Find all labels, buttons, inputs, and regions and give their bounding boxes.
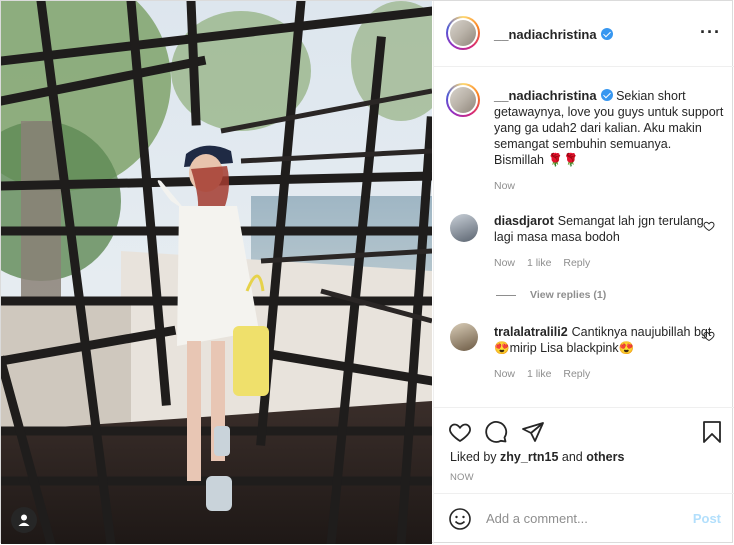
view-replies-button[interactable]: View replies (1) bbox=[530, 289, 606, 301]
reply-button[interactable]: Reply bbox=[563, 368, 590, 380]
comment-meta: Now 1 like Reply bbox=[494, 255, 714, 271]
replies-divider bbox=[496, 295, 516, 296]
caption: __nadiachristina Sekian short getawaynya… bbox=[494, 88, 724, 194]
author-avatar[interactable] bbox=[446, 16, 480, 50]
verified-icon bbox=[600, 28, 613, 40]
comment-input[interactable]: Add a comment... bbox=[486, 511, 588, 526]
post-header: __nadiachristina ··· bbox=[434, 1, 734, 67]
comment: tralalatralili2 Cantiknya naujubillah bgt… bbox=[494, 324, 714, 382]
liked-by-prefix: Liked by bbox=[450, 450, 497, 464]
author-username[interactable]: __nadiachristina bbox=[494, 27, 597, 42]
post-container: __nadiachristina ··· __nadiachristina Se… bbox=[0, 0, 734, 544]
post-photo[interactable] bbox=[1, 1, 432, 544]
comment-likes[interactable]: 1 like bbox=[527, 257, 552, 269]
comment-time[interactable]: Now bbox=[494, 257, 515, 269]
comment-avatar[interactable] bbox=[450, 323, 478, 351]
liked-by-and: and bbox=[561, 450, 583, 464]
comment-like-icon[interactable] bbox=[703, 330, 715, 342]
caption-time[interactable]: Now bbox=[494, 178, 724, 194]
bookmark-icon[interactable] bbox=[700, 420, 724, 444]
emoji-icon[interactable] bbox=[448, 507, 472, 531]
comment: diasdjarot Semangat lah jgn terulang lagi… bbox=[494, 213, 714, 271]
caption-username[interactable]: __nadiachristina bbox=[494, 88, 597, 103]
comment-likes[interactable]: 1 like bbox=[527, 368, 552, 380]
reply-button[interactable]: Reply bbox=[563, 257, 590, 269]
liked-by-user[interactable]: zhy_rtn15 bbox=[500, 450, 558, 464]
comment-like-icon[interactable] bbox=[703, 220, 715, 232]
comment-avatar[interactable] bbox=[450, 214, 478, 242]
comment-username[interactable]: tralalatralili2 bbox=[494, 325, 568, 339]
post-timestamp[interactable]: NOW bbox=[450, 472, 474, 483]
verified-icon bbox=[600, 89, 613, 101]
liked-by-others[interactable]: others bbox=[586, 450, 624, 464]
user-silhouette-icon bbox=[18, 514, 30, 526]
liked-by: Liked by zhy_rtn15 and others bbox=[450, 450, 624, 464]
tagged-user-icon[interactable] bbox=[11, 507, 37, 533]
heart-icon[interactable] bbox=[448, 420, 472, 444]
caption-avatar[interactable] bbox=[446, 83, 480, 117]
comment-icon[interactable] bbox=[484, 420, 508, 444]
comments-area[interactable]: __nadiachristina Sekian short getawaynya… bbox=[434, 67, 734, 407]
post-actions: Liked by zhy_rtn15 and others NOW bbox=[434, 407, 734, 494]
comment-username[interactable]: diasdjarot bbox=[494, 214, 554, 228]
more-options-icon[interactable]: ··· bbox=[700, 23, 721, 41]
comment-meta: Now 1 like Reply bbox=[494, 366, 714, 382]
photo-illustration bbox=[1, 1, 432, 544]
comment-time[interactable]: Now bbox=[494, 368, 515, 380]
add-comment-bar: Add a comment... Post bbox=[434, 493, 734, 545]
post-comment-button[interactable]: Post bbox=[693, 511, 721, 526]
post-details-panel: __nadiachristina ··· __nadiachristina Se… bbox=[433, 1, 734, 544]
author-name-row: __nadiachristina bbox=[494, 26, 613, 44]
share-icon[interactable] bbox=[521, 420, 545, 444]
